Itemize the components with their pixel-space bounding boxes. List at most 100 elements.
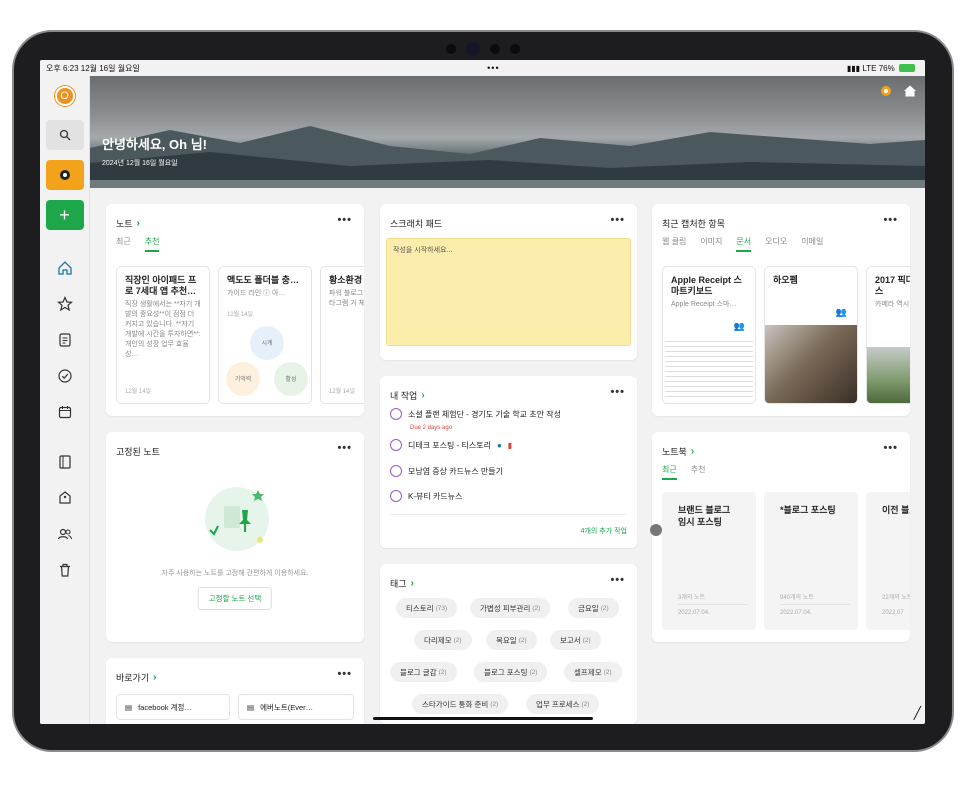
- shared-nav[interactable]: [53, 522, 77, 546]
- more-tasks-link[interactable]: 4개의 추가 작업: [581, 526, 627, 536]
- flag-icon: ▮: [507, 440, 513, 450]
- tab-recent[interactable]: 최근: [116, 236, 131, 252]
- notes-more-button[interactable]: •••: [337, 214, 352, 226]
- captures-more-button[interactable]: •••: [883, 214, 898, 226]
- bell-icon: ●: [496, 440, 502, 450]
- scratch-pad-input[interactable]: 작성을 시작하세요...: [386, 238, 631, 346]
- avatar[interactable]: O: [54, 86, 75, 106]
- scratch-pad-title: 스크래치 패드: [390, 219, 443, 229]
- notebooks-nav[interactable]: [53, 450, 77, 474]
- tags-more-button[interactable]: •••: [610, 574, 625, 586]
- tag-chip[interactable]: 블로그 글감 (2): [390, 662, 457, 682]
- home-indicator[interactable]: [372, 717, 593, 720]
- shortcuts-nav[interactable]: [53, 292, 77, 316]
- tag-name: 금요일: [578, 603, 599, 613]
- tasks-widget-header[interactable]: 내 작업 ›: [390, 389, 425, 402]
- tag-chip[interactable]: 블로그 포스팅 (2): [474, 662, 548, 682]
- shortcut-item[interactable]: ▤ 에버노트(Ever…: [238, 694, 354, 720]
- tag-count: (2): [582, 636, 591, 644]
- tag-chip[interactable]: 티스토리 (73): [396, 598, 458, 618]
- quick-note-pencil-icon[interactable]: ╱: [914, 706, 921, 720]
- shortcut-item[interactable]: ▤ facebook 계정…: [116, 694, 230, 720]
- task-checkbox[interactable]: [390, 465, 402, 477]
- notebooks-widget-header[interactable]: 노트북 ›: [662, 445, 694, 458]
- scratch-more-button[interactable]: •••: [610, 214, 625, 226]
- capture-card[interactable]: Apple Receipt 스마트키보드 Apple Receipt 스마… 👥: [662, 266, 756, 404]
- tab-suggested[interactable]: 추천: [144, 236, 160, 252]
- tag-chip[interactable]: 보고서 (2): [550, 630, 601, 650]
- task-item[interactable]: 소셜 플랜 체험단 - 경기도 기술 학교 초안 작성: [390, 408, 561, 420]
- task-checkbox[interactable]: [390, 439, 402, 451]
- gear-icon[interactable]: [879, 84, 893, 98]
- hero-actions: [879, 84, 917, 98]
- notes-widget-header[interactable]: 노트 ›: [116, 217, 140, 230]
- captures-tabs: 웹 클립 이미지 문서 오디오 이메일: [662, 236, 823, 252]
- tag-chip[interactable]: 목요일 (2): [486, 630, 537, 650]
- tasks-nav[interactable]: [53, 364, 77, 388]
- tag-name: 블로그 포스팅: [484, 667, 528, 677]
- note-title: 액도도 폴더블 충…: [227, 275, 299, 285]
- multitask-dots[interactable]: •••: [487, 63, 499, 73]
- tag-chip[interactable]: 가볍성 피부관리 (2): [470, 598, 551, 618]
- ai-button[interactable]: [45, 160, 84, 190]
- tag-chip[interactable]: 다리제모 (2): [414, 630, 472, 650]
- shortcuts-widget-header[interactable]: 바로가기 ›: [116, 671, 156, 684]
- capture-card[interactable]: 하오펨 👥: [764, 266, 858, 404]
- note-icon: [58, 333, 71, 347]
- notebook-card[interactable]: 브랜드 블로그 임시 포스팅 3개의 노트 2022.07.04.: [662, 492, 756, 630]
- landscape-thumbnail: [867, 347, 910, 403]
- notebooks-more-button[interactable]: •••: [883, 442, 898, 454]
- tag-chip[interactable]: 업무 프로세스 (2): [526, 694, 600, 714]
- notebook-card[interactable]: 이전 블로그 초 22개의 노트 2022.07: [866, 492, 910, 630]
- tab-audio[interactable]: 오디오: [765, 236, 787, 252]
- note-date: 12월 14일: [227, 312, 254, 318]
- notes-tabs: 최근 추천: [116, 236, 160, 252]
- notes-nav[interactable]: [53, 328, 77, 352]
- search-button[interactable]: [45, 120, 84, 150]
- tags-widget-header[interactable]: 태그 ›: [390, 577, 414, 590]
- notebooks-title: 노트북: [662, 447, 687, 457]
- tasks-title: 내 작업: [390, 391, 418, 401]
- tag-count: (2): [603, 668, 612, 676]
- chevron-right-icon: ›: [690, 446, 695, 457]
- new-note-button[interactable]: +: [45, 200, 84, 230]
- scroll-handle[interactable]: [650, 524, 662, 536]
- tags-widget: 태그 › ••• 티스토리 (73) 가볍성 피부관리 (2) 금요일 (2) 다리제모…: [380, 564, 637, 724]
- tab-documents[interactable]: 문서: [736, 236, 752, 252]
- tab-web-clip[interactable]: 웹 클립: [662, 236, 686, 252]
- tasks-more-button[interactable]: •••: [610, 386, 625, 398]
- notebook-card[interactable]: *블로그 포스팅 940개의 노트 2022.07.04.: [764, 492, 858, 630]
- people-icon: [57, 528, 72, 540]
- note-card[interactable]: 황소환경 파워 블로그 형 관련 내 스타그램 가 체험단 리 12월 14일: [320, 266, 364, 404]
- trash-nav[interactable]: [53, 558, 77, 582]
- tab-email[interactable]: 이메일: [801, 236, 823, 252]
- capture-card[interactable]: 2017 픽다 제품 리스 카메라 역시: [866, 266, 910, 404]
- home-customize-icon[interactable]: [903, 84, 917, 98]
- status-bar: 오후 6:23 12월 16일 월요일 ••• ▮▮▮ LTE 76%: [40, 60, 925, 76]
- home-nav[interactable]: [53, 256, 77, 280]
- pin-note-button[interactable]: 고정할 노트 선택: [197, 587, 273, 610]
- task-checkbox[interactable]: [390, 408, 402, 420]
- tag-chip[interactable]: 셀프제모 (2): [564, 662, 622, 682]
- task-item[interactable]: 모낭염 증상 카드뉴스 만들기: [390, 465, 503, 477]
- task-checkbox[interactable]: [390, 490, 402, 502]
- task-item[interactable]: 디테크 포스팅 - 티스토리 ● ▮: [390, 439, 512, 451]
- note-card[interactable]: 액도도 폴더블 충… 가이드 라인 ⓘ 아… 12월 14일 시계 기억력 활성: [218, 266, 312, 404]
- tag-chip[interactable]: 금요일 (2): [568, 598, 619, 618]
- pinned-more-button[interactable]: •••: [337, 442, 352, 454]
- task-label: 모낭염 증상 카드뉴스 만들기: [408, 466, 503, 476]
- star-icon: [56, 296, 73, 312]
- task-item[interactable]: K-뷰티 카드뉴스: [390, 490, 462, 502]
- note-card[interactable]: 직장인 아이패드 프로 7세대 앱 추천… 직장 생활에서는 **자기 개발의 …: [116, 266, 210, 404]
- tags-title: 태그: [390, 579, 407, 589]
- tab-recent[interactable]: 최근: [662, 464, 677, 480]
- scratch-pad-widget: 스크래치 패드 ••• 작성을 시작하세요...: [380, 204, 637, 360]
- tab-images[interactable]: 이미지: [700, 236, 722, 252]
- tags-nav[interactable]: [53, 486, 77, 510]
- tag-chip[interactable]: 스타가이드 통화 준비 (2): [412, 694, 509, 714]
- shortcuts-more-button[interactable]: •••: [337, 668, 352, 680]
- tab-suggested[interactable]: 추천: [691, 464, 706, 480]
- calendar-nav[interactable]: [53, 400, 77, 424]
- status-time: 오후 6:23: [46, 63, 79, 73]
- capture-title: Apple Receipt 스마트키보드: [671, 275, 742, 296]
